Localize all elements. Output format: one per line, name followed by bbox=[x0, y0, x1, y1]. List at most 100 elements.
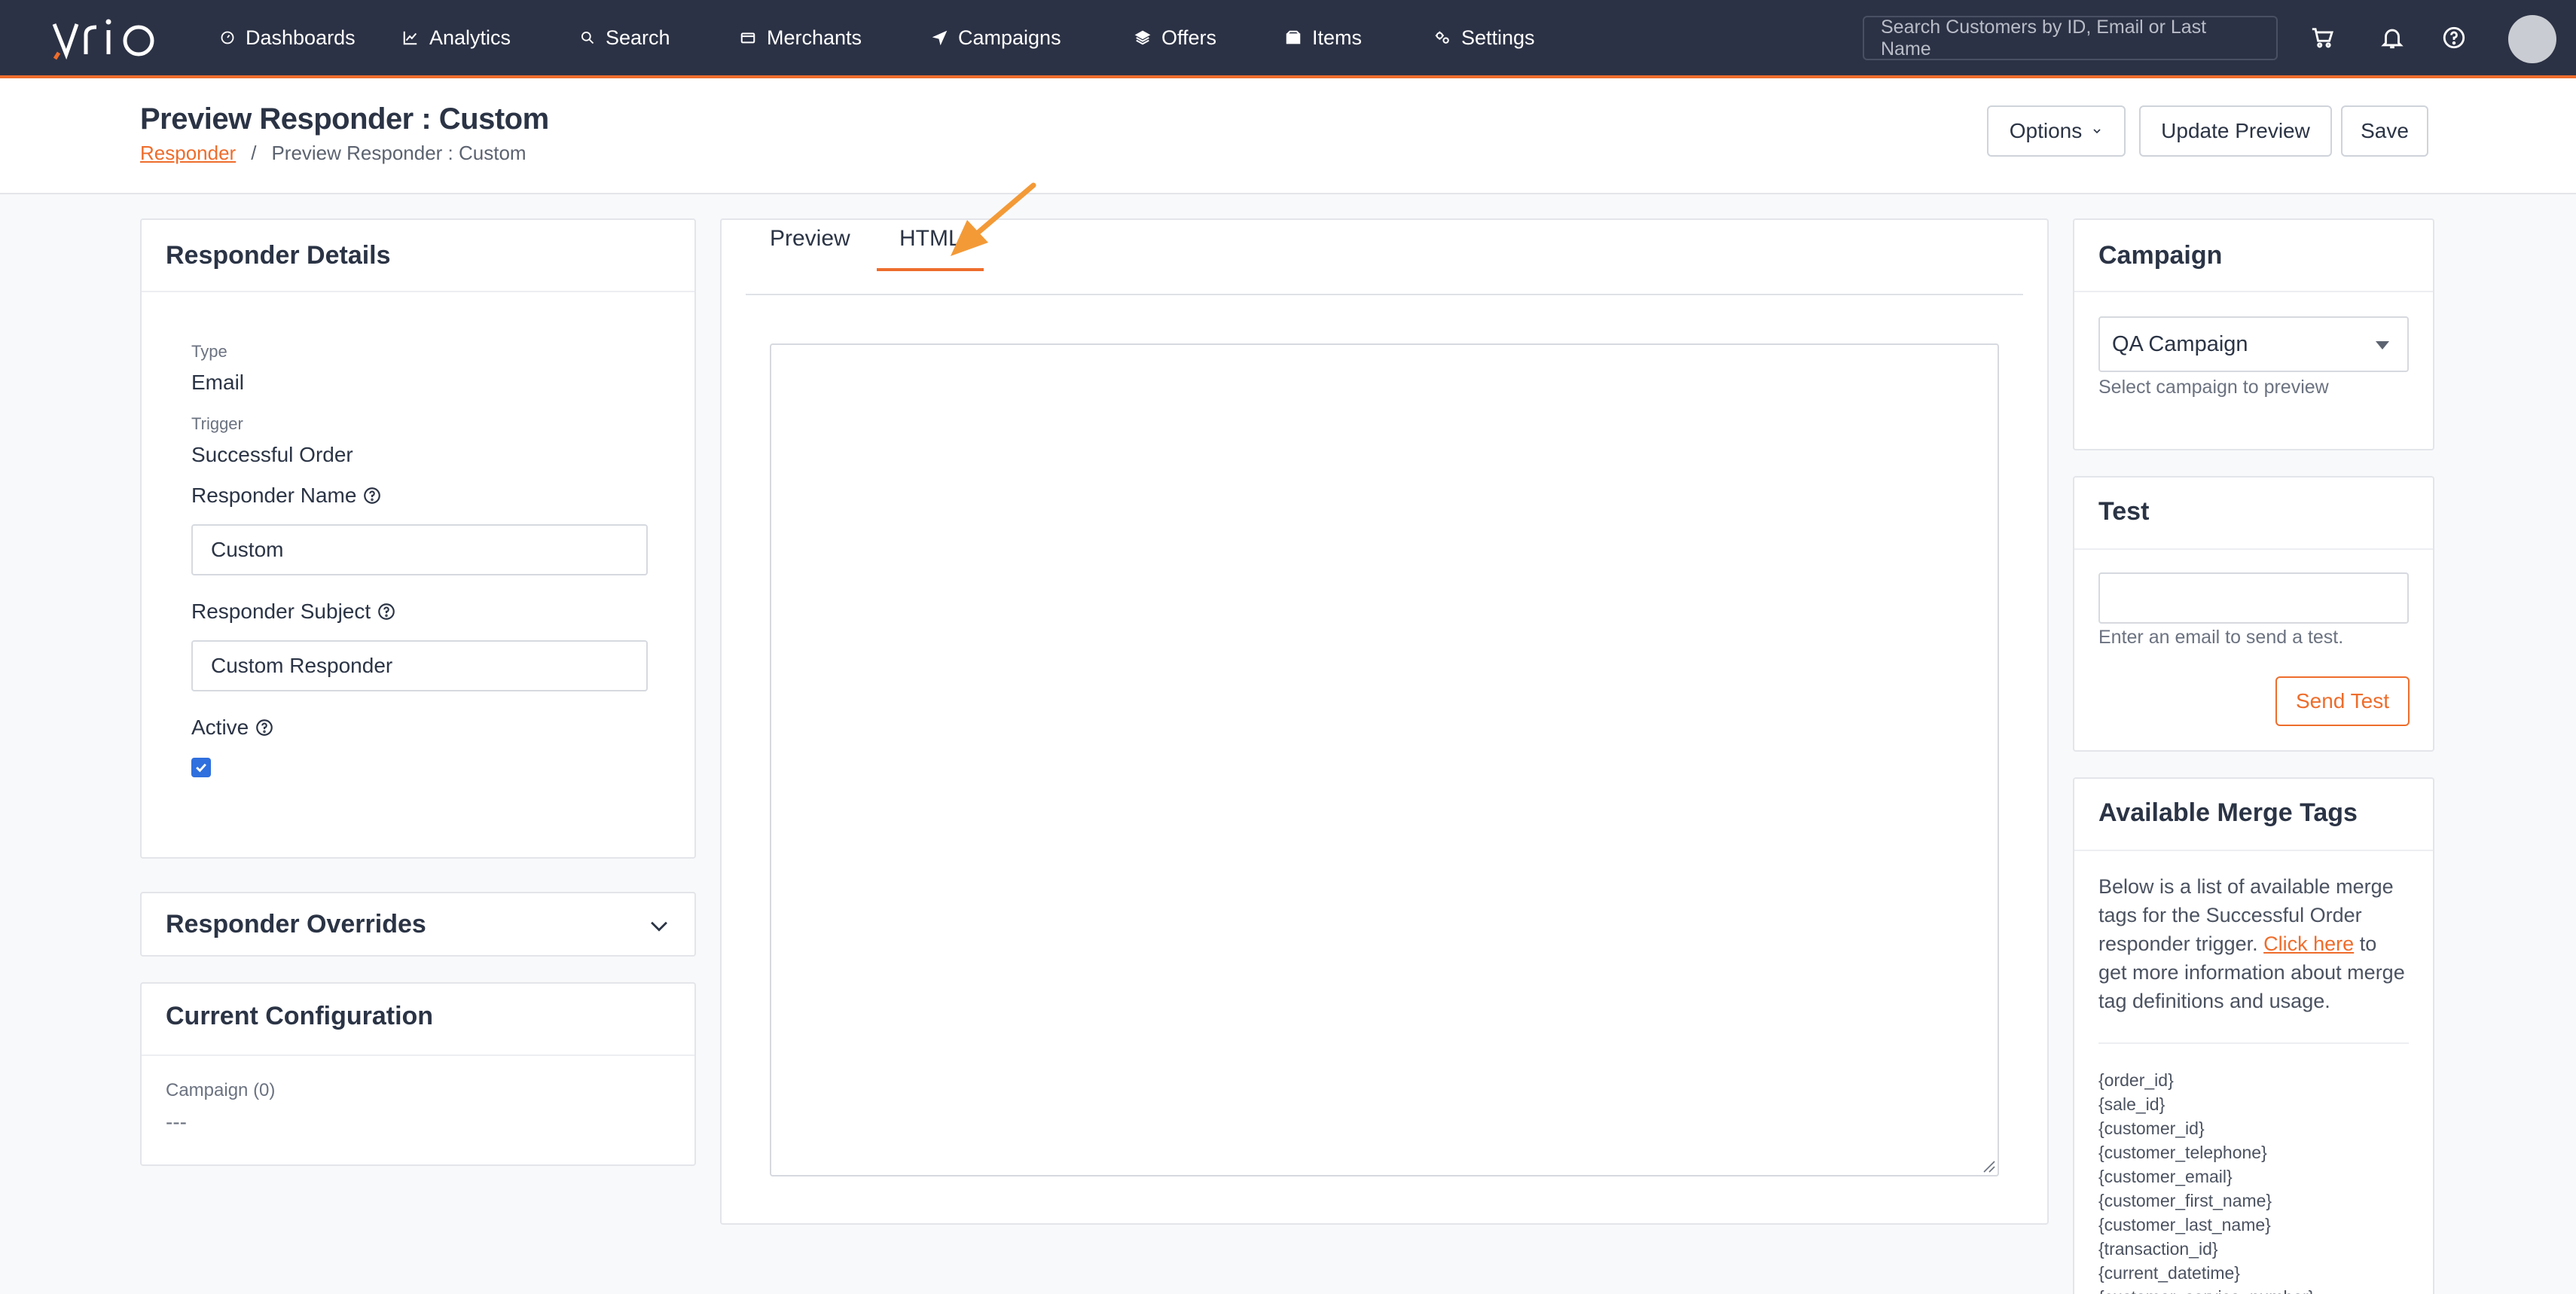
merge-tags-title: Available Merge Tags bbox=[2098, 798, 2358, 827]
nav-label: Campaigns bbox=[958, 26, 1061, 49]
merge-tag: {customer_id} bbox=[2098, 1119, 2205, 1138]
page-header: Preview Responder : Custom Responder / P… bbox=[0, 78, 2576, 194]
current-configuration-card: Current Configuration Campaign (0) --- bbox=[140, 982, 696, 1166]
merge-tag: {current_datetime} bbox=[2098, 1263, 2240, 1283]
merge-tag: {transaction_id} bbox=[2098, 1239, 2218, 1259]
trigger-label: Trigger bbox=[191, 414, 243, 433]
layers-icon bbox=[1134, 30, 1151, 45]
nav-label: Offers bbox=[1161, 26, 1217, 49]
merge-tag: {customer_email} bbox=[2098, 1167, 2233, 1186]
tabs-divider bbox=[746, 294, 2023, 295]
search-icon bbox=[581, 32, 594, 44]
html-editor-textarea[interactable] bbox=[770, 343, 1999, 1177]
tab-html[interactable]: HTML bbox=[877, 226, 984, 271]
responder-subject-label: Responder Subject bbox=[191, 600, 396, 624]
customer-search-input[interactable]: Search Customers by ID, Email or Last Na… bbox=[1863, 16, 2278, 60]
save-button[interactable]: Save bbox=[2341, 105, 2428, 157]
test-email-input[interactable] bbox=[2098, 572, 2409, 624]
card-icon bbox=[740, 32, 755, 44]
help-circle-icon[interactable] bbox=[255, 718, 274, 737]
nav-search[interactable]: Search bbox=[580, 0, 670, 75]
chevron-down-icon bbox=[651, 921, 667, 932]
breadcrumb-current: Preview Responder : Custom bbox=[271, 142, 526, 164]
merge-tag: {customer_first_name} bbox=[2098, 1191, 2272, 1210]
merge-tag: {customer_telephone} bbox=[2098, 1143, 2267, 1162]
chevron-down-icon bbox=[2093, 129, 2101, 134]
cart-icon bbox=[2312, 28, 2333, 48]
search-placeholder: Search Customers by ID, Email or Last Na… bbox=[1881, 16, 2207, 60]
nav-settings[interactable]: Settings bbox=[1401, 0, 1567, 78]
campaign-helper-text: Select campaign to preview bbox=[2098, 377, 2329, 398]
chart-icon bbox=[403, 31, 417, 45]
help-circle-icon[interactable] bbox=[362, 486, 382, 505]
page-title: Preview Responder : Custom bbox=[140, 102, 549, 136]
nav-offers[interactable]: Offers bbox=[1134, 0, 1216, 75]
active-checkbox[interactable] bbox=[191, 758, 211, 777]
current-configuration-title: Current Configuration bbox=[166, 1002, 434, 1030]
campaign-select[interactable]: QA Campaign bbox=[2098, 316, 2409, 372]
top-navbar: Dashboards Analytics Search Merchants Ca… bbox=[0, 0, 2576, 78]
nav-label: Merchants bbox=[767, 26, 862, 49]
nav-analytics[interactable]: Analytics bbox=[402, 0, 511, 75]
options-dropdown-button[interactable]: Options bbox=[1987, 105, 2126, 157]
options-label: Options bbox=[2009, 119, 2083, 142]
responder-subject-label-text: Responder Subject bbox=[191, 600, 371, 623]
campaign-count-label: Campaign (0) bbox=[166, 1080, 276, 1100]
cart-button[interactable] bbox=[2308, 23, 2338, 53]
help-circle-icon[interactable] bbox=[377, 602, 396, 621]
trigger-value: Successful Order bbox=[191, 443, 353, 466]
breadcrumb-responder-link[interactable]: Responder bbox=[140, 142, 236, 165]
notifications-button[interactable] bbox=[2377, 23, 2407, 53]
checkmark-icon bbox=[196, 763, 206, 773]
update-preview-button[interactable]: Update Preview bbox=[2139, 105, 2332, 157]
send-test-button[interactable]: Send Test bbox=[2275, 676, 2410, 726]
nav-merchants[interactable]: Merchants bbox=[740, 0, 862, 75]
nav-dashboards[interactable]: Dashboards bbox=[220, 0, 356, 75]
breadcrumb-separator: / bbox=[251, 142, 257, 164]
type-value: Email bbox=[191, 371, 245, 394]
active-label-text: Active bbox=[191, 716, 249, 739]
test-title: Test bbox=[2098, 497, 2150, 526]
nav-label: Search bbox=[606, 26, 670, 49]
campaign-selected-value: QA Campaign bbox=[2112, 331, 2248, 356]
nav-label: Settings bbox=[1461, 26, 1535, 49]
user-avatar[interactable] bbox=[2508, 15, 2556, 63]
active-label: Active bbox=[191, 716, 274, 740]
responder-details-title: Responder Details bbox=[166, 241, 391, 270]
responder-overrides-title: Responder Overrides bbox=[166, 910, 426, 938]
merge-tag: {customer_last_name} bbox=[2098, 1215, 2271, 1234]
breadcrumb: Responder / Preview Responder : Custom bbox=[140, 142, 526, 165]
send-icon bbox=[932, 30, 948, 45]
merge-tag: {order_id} bbox=[2098, 1070, 2174, 1090]
responder-subject-input[interactable]: Custom Responder bbox=[191, 640, 648, 691]
responder-overrides-accordion[interactable]: Responder Overrides bbox=[140, 892, 696, 957]
vrio-logo[interactable] bbox=[51, 17, 172, 62]
nav-label: Analytics bbox=[429, 26, 511, 49]
dashboard-icon bbox=[221, 31, 234, 44]
responder-details-card: Responder Details Type Email Trigger Suc… bbox=[140, 218, 696, 859]
nav-label: Dashboards bbox=[246, 26, 356, 49]
responder-name-label: Responder Name bbox=[191, 484, 382, 508]
responder-name-input[interactable]: Custom bbox=[191, 524, 648, 575]
test-helper-text: Enter an email to send a test. bbox=[2098, 627, 2344, 648]
merge-tag-list: {order_id} {sale_id} {customer_id} {cust… bbox=[2098, 1068, 2314, 1294]
gears-icon bbox=[1435, 31, 1449, 44]
responder-name-label-text: Responder Name bbox=[191, 484, 357, 507]
nav-label: Items bbox=[1312, 26, 1363, 49]
tab-preview[interactable]: Preview bbox=[770, 226, 850, 252]
nav-campaigns[interactable]: Campaigns bbox=[932, 0, 1061, 75]
box-icon bbox=[1286, 30, 1301, 44]
click-here-link[interactable]: Click here bbox=[2263, 932, 2354, 955]
resize-handle-icon[interactable] bbox=[1981, 1158, 1996, 1173]
caret-down-icon bbox=[2376, 341, 2389, 349]
campaign-count-value: --- bbox=[166, 1110, 187, 1134]
campaign-title: Campaign bbox=[2098, 241, 2223, 270]
help-icon bbox=[2443, 26, 2465, 49]
nav-items[interactable]: Items bbox=[1285, 0, 1362, 75]
bell-icon bbox=[2381, 29, 2404, 49]
merge-tags-description: Below is a list of available merge tags … bbox=[2098, 872, 2409, 1015]
type-label: Type bbox=[191, 342, 227, 361]
merge-divider bbox=[2098, 1042, 2409, 1044]
help-button[interactable] bbox=[2439, 23, 2469, 53]
merge-tag: {customer_service_number} bbox=[2098, 1285, 2314, 1294]
